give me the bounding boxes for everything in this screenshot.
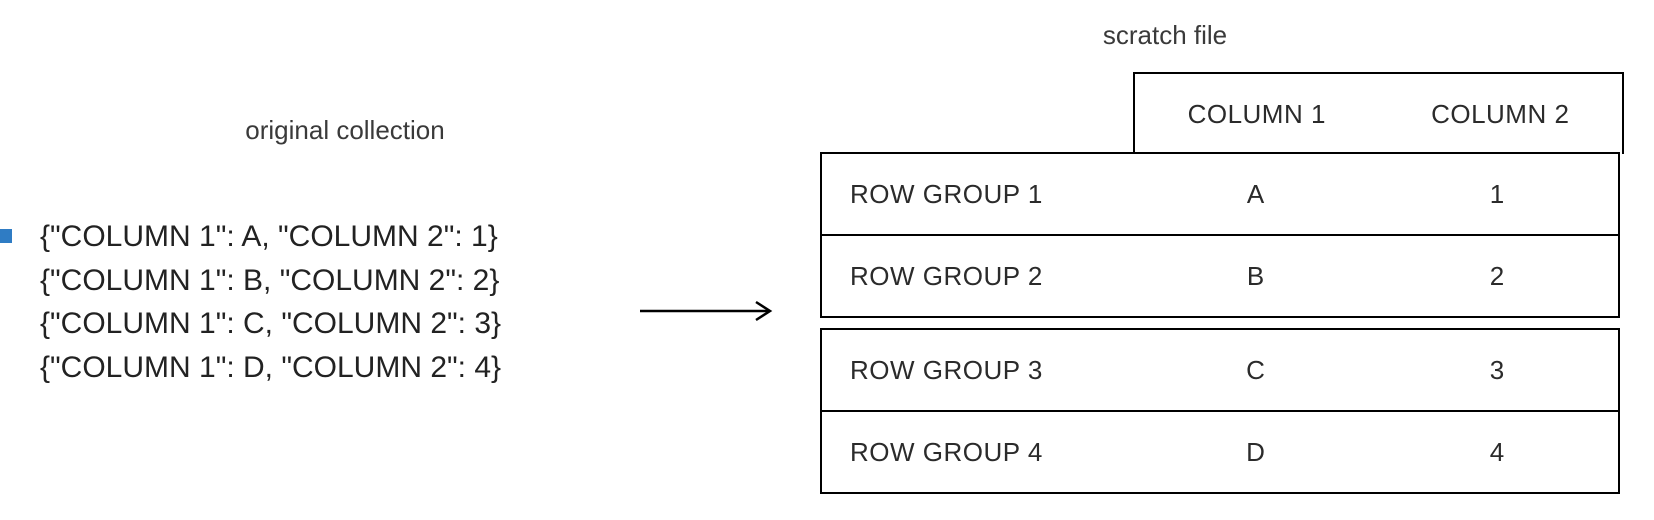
cell: 3 <box>1377 355 1619 386</box>
column-header-row: COLUMN 1 COLUMN 2 <box>1133 72 1624 154</box>
json-record: {"COLUMN 1": D, "COLUMN 2": 4} <box>40 346 501 390</box>
table-row: ROW GROUP 3 C 3 <box>822 330 1618 410</box>
row-group-block: ROW GROUP 1 A 1 ROW GROUP 2 B 2 <box>820 152 1620 318</box>
column-header: COLUMN 1 <box>1135 99 1379 130</box>
json-record: {"COLUMN 1": A, "COLUMN 2": 1} <box>40 215 501 259</box>
json-record: {"COLUMN 1": B, "COLUMN 2": 2} <box>40 259 501 303</box>
cell: A <box>1135 179 1377 210</box>
row-label: ROW GROUP 2 <box>822 261 1135 292</box>
cell: D <box>1135 437 1377 468</box>
arrow-right-icon <box>640 296 780 326</box>
json-records: {"COLUMN 1": A, "COLUMN 2": 1} {"COLUMN … <box>40 215 501 389</box>
cell: 4 <box>1377 437 1619 468</box>
cell: 2 <box>1377 261 1619 292</box>
right-title: scratch file <box>1040 20 1290 51</box>
table-row: ROW GROUP 1 A 1 <box>822 154 1618 234</box>
row-group-blocks: ROW GROUP 1 A 1 ROW GROUP 2 B 2 ROW GROU… <box>820 152 1620 494</box>
json-record: {"COLUMN 1": C, "COLUMN 2": 3} <box>40 302 501 346</box>
table-row: ROW GROUP 2 B 2 <box>822 234 1618 316</box>
left-title: original collection <box>120 115 570 146</box>
selection-marker <box>0 229 12 243</box>
cell: B <box>1135 261 1377 292</box>
column-header: COLUMN 2 <box>1379 99 1623 130</box>
table-row: ROW GROUP 4 D 4 <box>822 410 1618 492</box>
row-label: ROW GROUP 3 <box>822 355 1135 386</box>
diagram-canvas: original collection {"COLUMN 1": A, "COL… <box>0 0 1654 520</box>
row-group-block: ROW GROUP 3 C 3 ROW GROUP 4 D 4 <box>820 328 1620 494</box>
cell: 1 <box>1377 179 1619 210</box>
row-label: ROW GROUP 4 <box>822 437 1135 468</box>
cell: C <box>1135 355 1377 386</box>
row-label: ROW GROUP 1 <box>822 179 1135 210</box>
